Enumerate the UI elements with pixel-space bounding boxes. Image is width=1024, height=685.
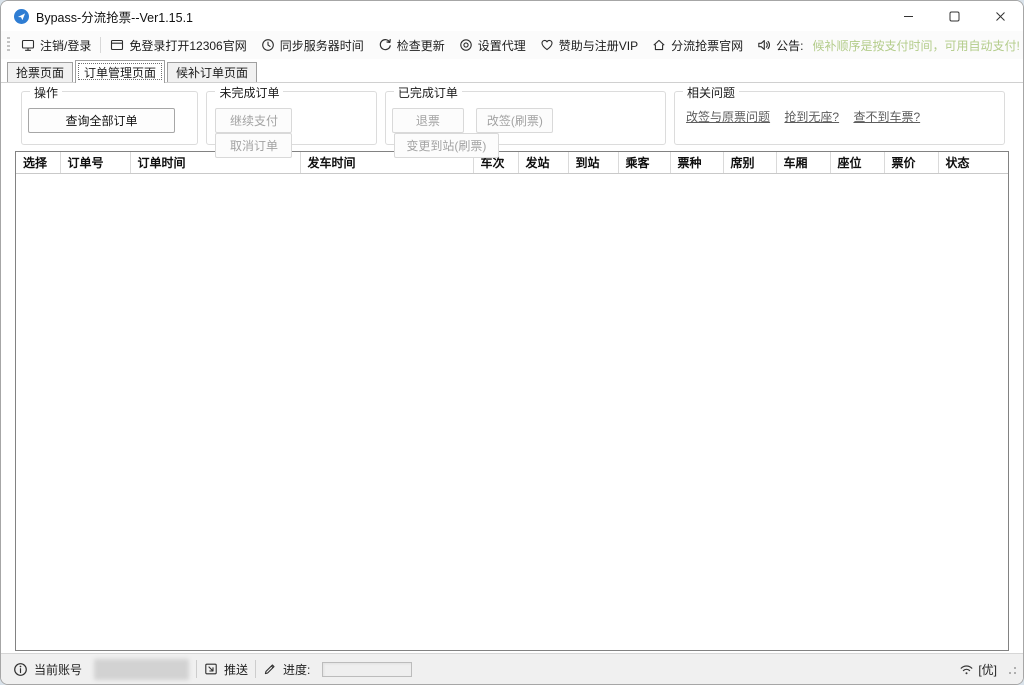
- home-icon: [652, 38, 666, 52]
- info-icon: [13, 662, 28, 677]
- push-label: 推送: [224, 661, 248, 678]
- current-account-label: 当前账号: [34, 661, 82, 678]
- statusbar-separator: [255, 660, 256, 678]
- close-button[interactable]: [977, 1, 1023, 31]
- toolbar-item-check-update[interactable]: 检查更新: [371, 33, 452, 57]
- change-destination-button[interactable]: 变更到站(刷票): [394, 133, 499, 158]
- toolbar-label: 免登录打开12306官网: [129, 37, 246, 54]
- orders-table: 选择 订单号 订单时间 发车时间 车次 发站 到站 乘客 票种 席别 车厢 座位…: [15, 151, 1009, 651]
- cancel-order-button[interactable]: 取消订单: [215, 133, 292, 158]
- current-account-item: 当前账号: [13, 659, 189, 680]
- statusbar-separator: [196, 660, 197, 678]
- push-item[interactable]: 推送: [204, 661, 248, 678]
- toolbar-item-sync-time[interactable]: 同步服务器时间: [254, 33, 371, 57]
- statusbar-right: [优]: [959, 661, 1017, 678]
- column-header-seat-class[interactable]: 席别: [723, 152, 776, 173]
- column-header-ticket-type[interactable]: 票种: [670, 152, 723, 173]
- push-icon: [204, 662, 218, 676]
- group-title: 相关问题: [683, 84, 739, 101]
- refund-button[interactable]: 退票: [392, 108, 464, 133]
- tab-ticket-page[interactable]: 抢票页面: [7, 62, 73, 82]
- toolbar-item-logout-login[interactable]: 注销/登录: [14, 33, 98, 57]
- action-group-row: 操作 查询全部订单 未完成订单 继续支付 取消订单 已完成订单 退票 改签(刷票…: [21, 91, 1005, 145]
- wifi-icon: [959, 663, 974, 676]
- group-title: 已完成订单: [394, 84, 462, 101]
- link-rebook-original-issue[interactable]: 改签与原票问题: [686, 110, 770, 124]
- toolbar-item-official-site[interactable]: 分流抢票官网: [645, 33, 750, 57]
- continue-payment-button[interactable]: 继续支付: [215, 108, 292, 133]
- progress-bar: [322, 662, 412, 677]
- minimize-button[interactable]: [885, 1, 931, 31]
- toolbar-item-proxy-settings[interactable]: 设置代理: [452, 33, 533, 57]
- resize-grip[interactable]: [1005, 663, 1017, 675]
- toolbar-label: 设置代理: [478, 37, 526, 54]
- gear-icon: [459, 38, 473, 52]
- window-controls: [885, 1, 1023, 31]
- maximize-button[interactable]: [931, 1, 977, 31]
- tab-waitlist-orders[interactable]: 候补订单页面: [167, 62, 257, 82]
- rebook-button[interactable]: 改签(刷票): [476, 108, 553, 133]
- column-header-order-no[interactable]: 订单号: [60, 152, 130, 173]
- progress-label: 进度:: [283, 661, 310, 678]
- window-title: Bypass-分流抢票--Ver1.15.1: [36, 7, 193, 26]
- tab-strip: 抢票页面 订单管理页面 候补订单页面: [1, 59, 1023, 82]
- column-header-select[interactable]: 选择: [16, 152, 60, 173]
- refresh-icon: [378, 38, 392, 52]
- group-operation: 操作 查询全部订单: [21, 91, 198, 145]
- column-header-from-station[interactable]: 发站: [518, 152, 568, 173]
- network-quality-badge: [优]: [978, 661, 997, 678]
- column-header-price[interactable]: 票价: [884, 152, 938, 173]
- toolbar-separator: [100, 37, 101, 53]
- column-header-seat[interactable]: 座位: [830, 152, 884, 173]
- group-completed-orders: 已完成订单 退票 改签(刷票) 变更到站(刷票): [385, 91, 666, 145]
- heart-icon: [540, 38, 554, 52]
- pencil-icon: [263, 662, 277, 676]
- link-ticket-not-found[interactable]: 查不到车票?: [853, 110, 920, 124]
- account-redacted-value: [94, 659, 189, 680]
- toolbar-label: 检查更新: [397, 37, 445, 54]
- speaker-icon: [757, 38, 771, 52]
- group-title: 未完成订单: [215, 84, 283, 101]
- toolbar-item-open-12306[interactable]: 免登录打开12306官网: [103, 33, 253, 57]
- toolbar: 注销/登录 免登录打开12306官网 同步服务器时间 检查更新 设置代理: [1, 31, 1023, 59]
- toolbar-label: 同步服务器时间: [280, 37, 364, 54]
- toolbar-grip[interactable]: [7, 37, 10, 53]
- toolbar-label: 分流抢票官网: [671, 37, 743, 54]
- window-icon: [110, 38, 124, 52]
- group-title: 操作: [30, 84, 62, 101]
- title-bar: Bypass-分流抢票--Ver1.15.1: [1, 1, 1023, 31]
- group-unfinished-orders: 未完成订单 继续支付 取消订单: [206, 91, 376, 145]
- toolbar-item-announcement[interactable]: 公告:: [750, 33, 810, 57]
- toolbar-label: 公告:: [776, 37, 803, 54]
- app-logo-icon: [14, 9, 29, 24]
- column-header-status[interactable]: 状态: [938, 152, 1008, 173]
- link-standing-ticket[interactable]: 抢到无座?: [784, 110, 839, 124]
- app-window: Bypass-分流抢票--Ver1.15.1 注销/登录: [0, 0, 1024, 685]
- status-bar: 当前账号 推送 进度: [优]: [1, 653, 1023, 684]
- column-header-carriage[interactable]: 车厢: [776, 152, 830, 173]
- toolbar-item-sponsor-vip[interactable]: 赞助与注册VIP: [533, 33, 645, 57]
- toolbar-label: 注销/登录: [40, 37, 91, 54]
- table-header-row: 选择 订单号 订单时间 发车时间 车次 发站 到站 乘客 票种 席别 车厢 座位…: [16, 152, 1008, 173]
- query-all-orders-button[interactable]: 查询全部订单: [28, 108, 175, 133]
- group-related-issues: 相关问题 改签与原票问题 抢到无座? 查不到车票?: [674, 91, 1005, 145]
- progress-item: 进度:: [263, 661, 412, 678]
- announcement-text: 候补顺序是按支付时间，可用自动支付!: [810, 37, 1019, 54]
- monitor-icon: [21, 38, 35, 52]
- toolbar-label: 赞助与注册VIP: [559, 37, 638, 54]
- column-header-to-station[interactable]: 到站: [568, 152, 618, 173]
- order-management-panel: 操作 查询全部订单 未完成订单 继续支付 取消订单 已完成订单 退票 改签(刷票…: [1, 82, 1023, 653]
- tab-order-management[interactable]: 订单管理页面: [75, 60, 165, 83]
- column-header-passenger[interactable]: 乘客: [618, 152, 670, 173]
- clock-icon: [261, 38, 275, 52]
